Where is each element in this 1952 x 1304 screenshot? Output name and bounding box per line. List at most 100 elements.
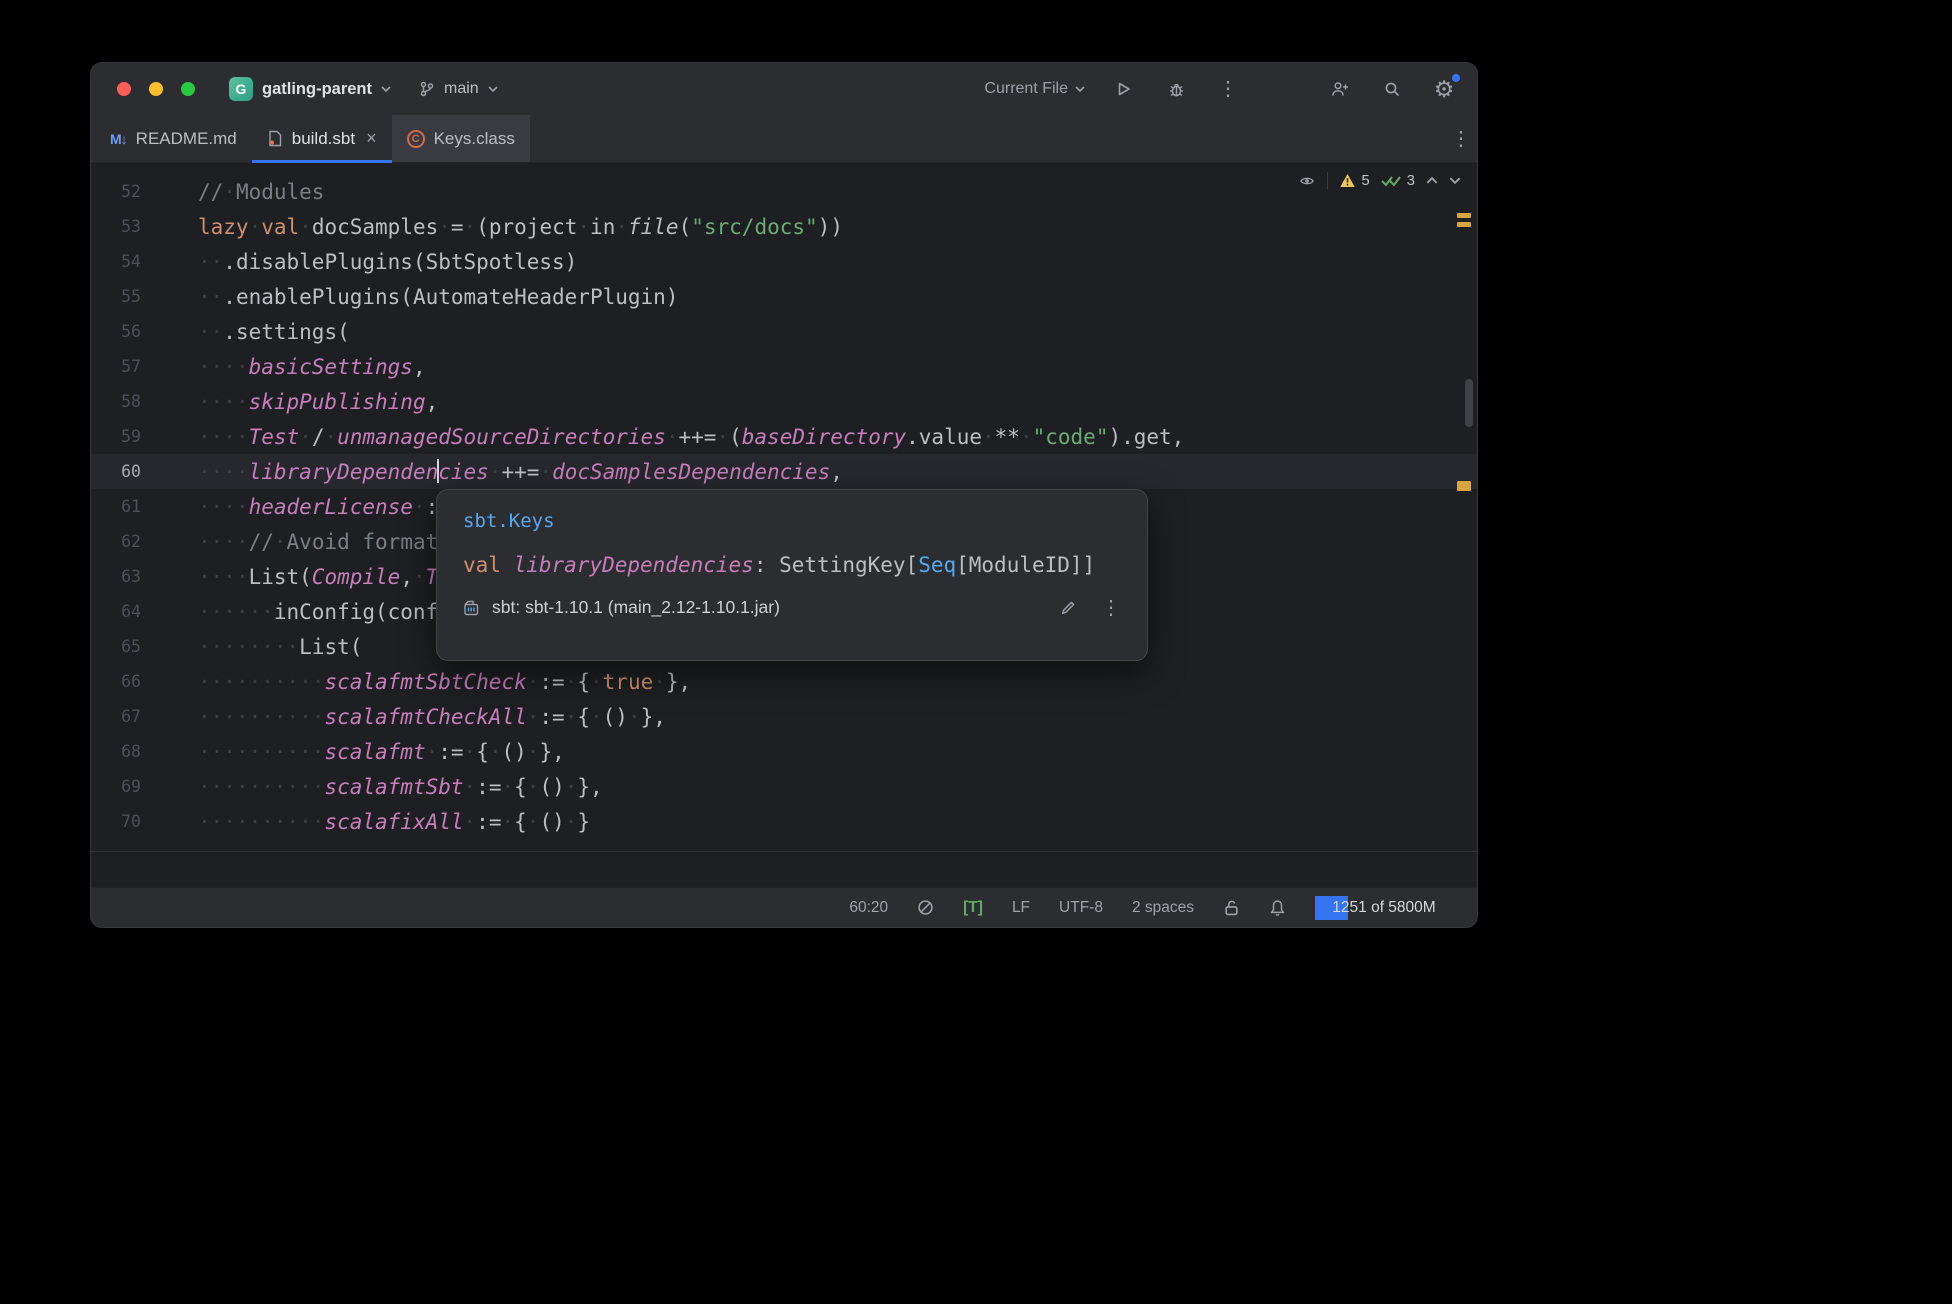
settings-button[interactable]: ⚙ [1431,76,1457,102]
double-check-icon [1381,174,1402,188]
tab-label: build.sbt [292,129,355,149]
project-icon: G [229,77,253,101]
popup-namespace: sbt.Keys [463,510,1121,532]
line-number: 61 [91,497,141,516]
tab-readme-md[interactable]: M↓ README.md [91,115,252,162]
unlocked-padlock-icon [1223,899,1240,916]
tab-label: README.md [136,129,237,149]
inspections-widget[interactable]: 5 3 [1298,172,1461,189]
previous-problem-chevron-up-icon[interactable] [1426,177,1438,184]
popup-more-button[interactable]: ⋮ [1101,598,1121,618]
close-window-button[interactable] [117,82,131,96]
code-line-57[interactable]: 57····basicSettings, [91,349,1477,384]
window-header: G gatling-parent main Current File [91,63,1477,115]
scrollbar-thumb[interactable] [1465,379,1473,427]
code-line-66[interactable]: 66··········scalafmtSbtCheck·:=·{·true·}… [91,664,1477,699]
notifications-widget[interactable] [1269,899,1286,917]
search-everywhere-button[interactable] [1379,76,1405,102]
project-name: gatling-parent [262,80,372,99]
error-stripe-mark[interactable] [1457,213,1471,218]
line-number: 63 [91,567,141,586]
line-number: 54 [91,252,141,271]
indent-widget[interactable]: 2 spaces [1132,899,1194,917]
close-tab-button[interactable]: × [366,128,377,149]
code-line-56[interactable]: 56··.settings( [91,314,1477,349]
passed-count: 3 [1407,172,1415,189]
line-number: 62 [91,532,141,551]
code-line-54[interactable]: 54··.disablePlugins(SbtSpotless) [91,244,1477,279]
line-number: 65 [91,637,141,656]
line-number: 55 [91,287,141,306]
code-line-67[interactable]: 67··········scalafmtCheckAll·:=·{·()·}, [91,699,1477,734]
error-stripe-mark[interactable] [1457,222,1471,227]
popup-origin: sbt: sbt-1.10.1 (main_2.12-1.10.1.jar) [492,597,780,618]
circle-slash-icon [917,899,934,916]
line-number: 57 [91,357,141,376]
code-line-53[interactable]: 53lazy·val·docSamples·=·(project·in·file… [91,209,1477,244]
code-line-60[interactable]: 60····libraryDependencies·++=·docSamples… [91,454,1477,489]
editor-bottom-divider [91,851,1477,852]
code-with-me-button[interactable] [1327,76,1353,102]
highlighting-level-widget[interactable] [917,899,934,916]
reader-mode-eye-icon[interactable] [1298,174,1316,188]
code-line-68[interactable]: 68··········scalafmt·:=·{·()·}, [91,734,1477,769]
code-line-69[interactable]: 69··········scalafmtSbt·:=·{·()·}, [91,769,1477,804]
line-number: 68 [91,742,141,761]
next-problem-chevron-down-icon[interactable] [1449,177,1461,184]
error-stripe-mark[interactable] [1457,481,1471,491]
play-icon [1116,81,1132,97]
line-number: 64 [91,602,141,621]
zoom-window-button[interactable] [181,82,195,96]
editor-tab-bar: M↓ README.md build.sbt × C Keys.class ⋮ [91,115,1477,163]
git-branch-icon [419,81,435,97]
project-selector[interactable]: G gatling-parent [229,77,391,101]
line-number: 70 [91,812,141,831]
tab-build-sbt[interactable]: build.sbt × [252,115,392,162]
markdown-icon: M↓ [110,131,127,147]
ide-window: G gatling-parent main Current File [90,62,1478,928]
line-number: 59 [91,427,141,446]
code-line-58[interactable]: 58····skipPublishing, [91,384,1477,419]
line-number: 52 [91,182,141,201]
code-line-70[interactable]: 70··········scalafixAll·:=·{·()·} [91,804,1477,839]
line-number: 66 [91,672,141,691]
code-line-52[interactable]: 52//·Modules [91,174,1477,209]
line-number: 67 [91,707,141,726]
code-line-59[interactable]: 59····Test·/·unmanagedSourceDirectories·… [91,419,1477,454]
tab-keys-class[interactable]: C Keys.class [392,115,530,162]
editor-pane[interactable]: 52//·Modules53lazy·val·docSamples·=·(pro… [91,163,1477,887]
sbt-file-icon [267,130,283,147]
run-configuration-selector[interactable]: Current File [984,80,1085,98]
type-hints-widget[interactable]: [T] [963,899,983,917]
minimize-window-button[interactable] [149,82,163,96]
line-number: 60 [91,462,141,481]
library-jar-icon [463,599,481,617]
quick-documentation-popup: sbt.Keys val libraryDependencies: Settin… [436,489,1148,661]
run-button[interactable] [1111,76,1137,102]
memory-indicator[interactable]: 1251 of 5800M [1315,894,1453,922]
warning-triangle-icon [1339,173,1356,188]
line-separator-widget[interactable]: LF [1012,899,1030,917]
status-bar: 60:20 [T] LF UTF-8 2 spaces 1251 of 5800 [91,887,1477,927]
debug-button[interactable] [1163,76,1189,102]
code-line-55[interactable]: 55··.enablePlugins(AutomateHeaderPlugin) [91,279,1477,314]
window-controls [117,82,195,96]
chevron-down-icon [488,86,498,92]
warnings-indicator[interactable]: 5 [1339,172,1369,189]
line-number: 56 [91,322,141,341]
vcs-branch-selector[interactable]: main [419,80,498,98]
popup-signature: val libraryDependencies: SettingKey[Seq[… [463,553,1121,577]
passed-checks-indicator[interactable]: 3 [1381,172,1415,189]
encoding-widget[interactable]: UTF-8 [1059,899,1103,917]
warnings-count: 5 [1361,172,1369,189]
chevron-down-icon [1075,86,1085,92]
line-number: 58 [91,392,141,411]
cursor-position-widget[interactable]: 60:20 [849,899,888,917]
search-icon [1384,81,1401,98]
edit-source-pencil-icon[interactable] [1060,599,1077,616]
bell-icon [1269,899,1286,917]
inspections-separator [1327,172,1328,189]
readonly-lock-widget[interactable] [1223,899,1240,916]
more-actions-button[interactable]: ⋮ [1215,76,1241,102]
tab-list-button[interactable]: ⋮ [1451,126,1477,152]
